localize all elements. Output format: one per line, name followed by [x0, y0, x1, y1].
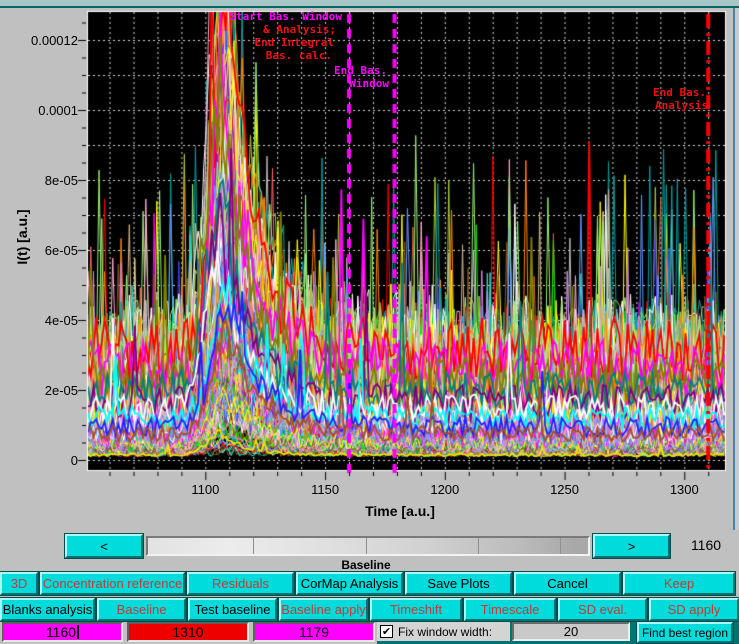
trough-separator [366, 538, 367, 554]
x-tick-label: 1300 [654, 482, 714, 497]
keep-button[interactable]: Keep [623, 572, 735, 595]
plot-annotation: End Integral [255, 36, 334, 49]
sd-apply-button[interactable]: SD apply [649, 598, 739, 621]
baseline-scrollbar: < > 1160 [0, 533, 739, 558]
baseline-start-value: 1160 [46, 624, 76, 640]
y-tick-label: 4e-05 [18, 313, 78, 328]
baseline-apply-button[interactable]: Baseline apply [279, 598, 368, 621]
timeshift-button[interactable]: Timeshift [370, 598, 462, 621]
window-right-edge [733, 8, 739, 530]
scroll-trough[interactable] [146, 536, 590, 556]
fix-width-panel-background: ✔ Fix window width: 20 Find best region [377, 622, 739, 644]
x-axis-label: Time [a.u.] [330, 503, 470, 519]
plot-annotation: End Bas. [334, 64, 387, 77]
concentration-reference-button[interactable]: Concentration reference [40, 572, 185, 595]
scrollbar-caption: Baseline [0, 558, 732, 572]
trough-separator [253, 538, 254, 554]
x-tick-label: 1200 [415, 482, 475, 497]
baseline-end-input[interactable]: 1310 [127, 622, 249, 642]
plot-annotation: Start Bas. Window [229, 10, 342, 23]
y-axis-label: I(t) [a.u.] [14, 187, 30, 287]
x-tick-label: 1250 [535, 482, 595, 497]
plot-annotation: End Bas. [653, 86, 706, 99]
fix-window-width-checkbox[interactable]: ✔ [380, 625, 393, 638]
y-tick-label: 8e-05 [18, 173, 78, 188]
scroll-left-button[interactable]: < [65, 534, 143, 558]
scroll-right-button[interactable]: > [593, 534, 670, 558]
plot-annotation: Analysis [655, 99, 708, 112]
fix-window-width-label: Fix window width: [398, 625, 492, 639]
y-tick-label: 0.0001 [18, 103, 78, 118]
test-baseline-button[interactable]: Test baseline [188, 598, 277, 621]
3d-button[interactable]: 3D [0, 572, 38, 595]
save-plots-button[interactable]: Save Plots [405, 572, 512, 595]
x-tick-label: 1100 [175, 482, 235, 497]
cancel-button[interactable]: Cancel [514, 572, 621, 595]
trough-separator [560, 538, 561, 554]
x-tick-label: 1150 [295, 482, 355, 497]
text-cursor [77, 625, 79, 639]
baseline-start-input[interactable]: 1160 [2, 622, 123, 642]
window-top-edge [0, 0, 739, 8]
window-width-input[interactable]: 20 [512, 622, 630, 641]
toolbar-row-1: 3D Concentration reference Residuals Cor… [0, 572, 739, 595]
fix-width-panel: ✔ Fix window width: [377, 622, 510, 641]
scrollbar-value: 1160 [680, 537, 732, 553]
baseline-end-value: 1310 [172, 624, 203, 640]
baseline-analysis-window: { "window": { "top_strip_color": "#a6c6c… [0, 0, 739, 644]
baseline-window-value: 1179 [299, 624, 329, 640]
plot-annotation: Bas. calc. [266, 49, 332, 62]
y-tick-label: 0.00012 [18, 33, 78, 48]
plot-annotation: Window [349, 77, 389, 90]
y-tick-label: 6e-05 [18, 243, 78, 258]
cormap-analysis-button[interactable]: CorMap Analysis [296, 572, 403, 595]
baseline-button[interactable]: Baseline [97, 598, 186, 621]
window-width-value: 20 [564, 624, 578, 639]
baseline-window-input[interactable]: 1179 [253, 622, 375, 642]
residuals-button[interactable]: Residuals [187, 572, 294, 595]
bottom-input-row: 1160 1310 1179 ✔ Fix window width: 20 Fi… [0, 622, 739, 644]
y-tick-label: 0 [18, 453, 78, 468]
plot-annotation: & Analysis; [263, 23, 336, 36]
toolbar-row-2: Blanks analysis Baseline Test baseline B… [0, 598, 739, 621]
timescale-button[interactable]: Timescale [464, 598, 556, 621]
sd-eval-button[interactable]: SD eval. [558, 598, 647, 621]
blanks-analysis-button[interactable]: Blanks analysis [0, 598, 95, 621]
find-best-region-button[interactable]: Find best region [637, 622, 733, 643]
y-tick-label: 2e-05 [18, 383, 78, 398]
trough-separator [478, 538, 479, 554]
chromatogram-plot: I(t) [a.u.] Time [a.u.] 0 2e-05 4e-05 6e-05… [0, 0, 739, 530]
